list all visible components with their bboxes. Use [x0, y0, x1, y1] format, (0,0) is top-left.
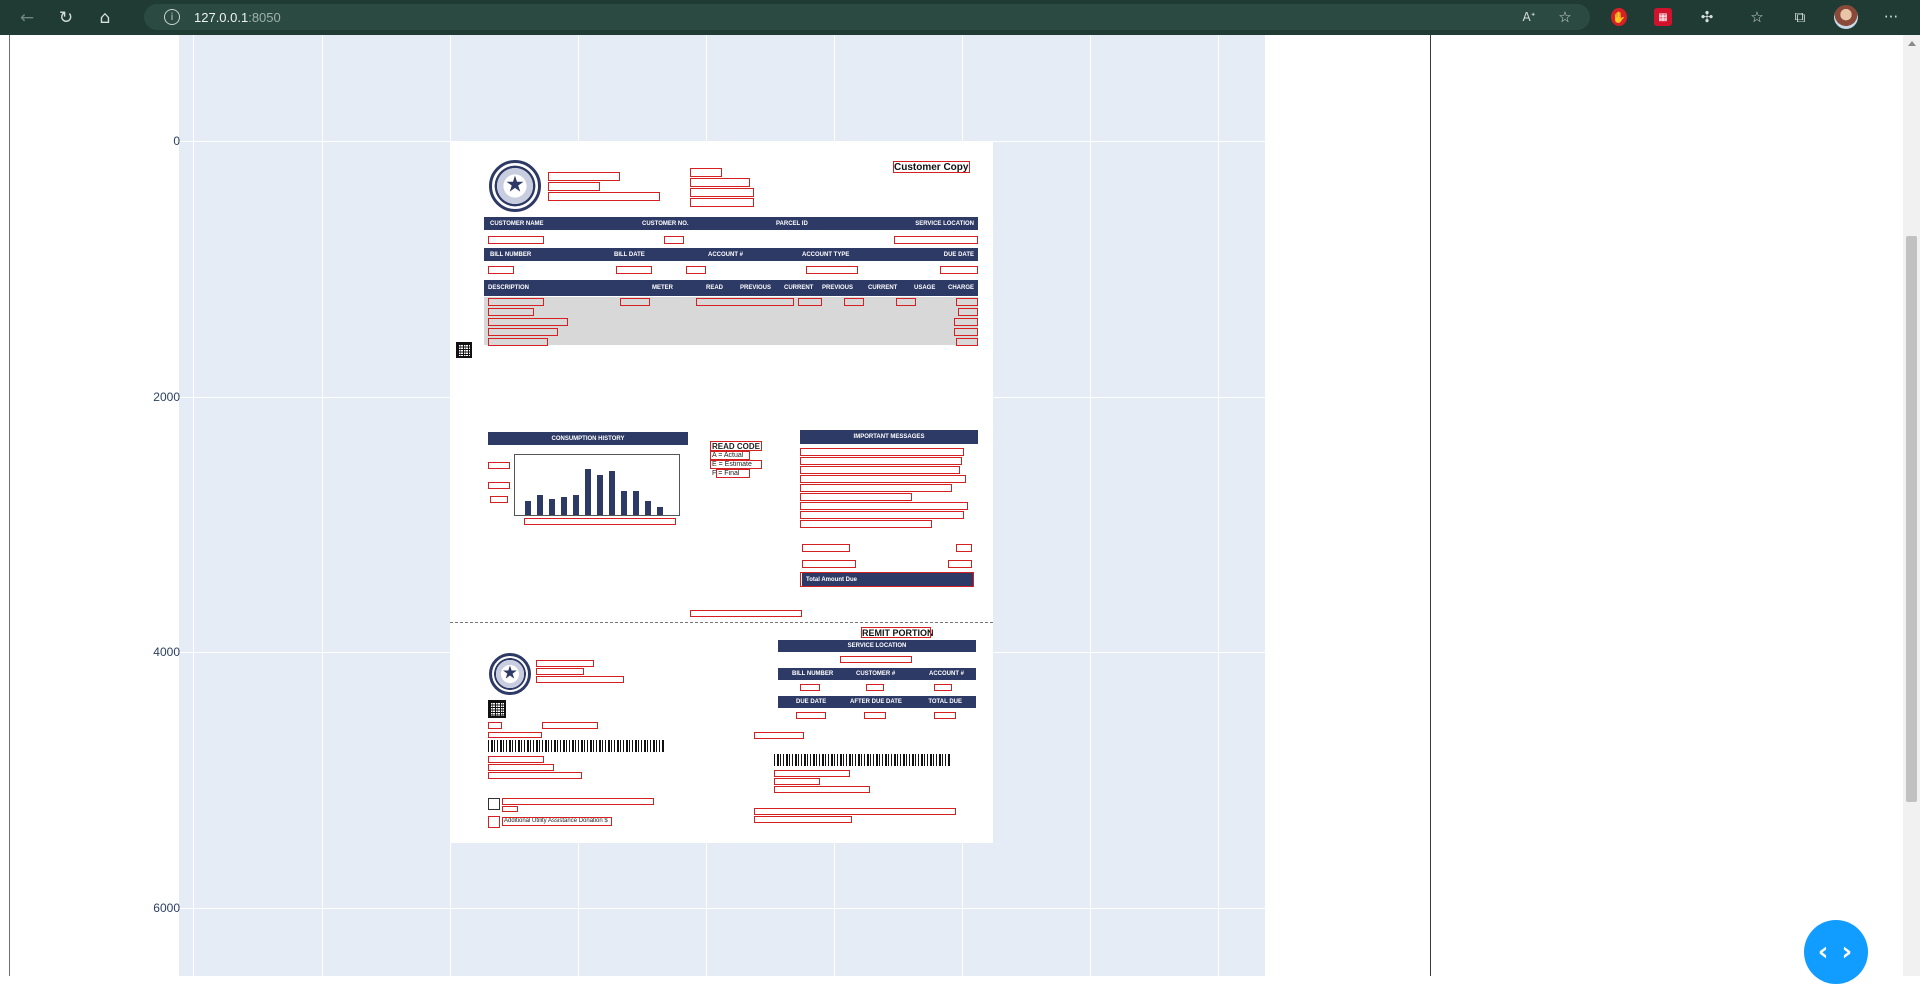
avatar[interactable]	[1834, 5, 1858, 29]
url-port: :8050	[248, 9, 281, 25]
code-toggle-button[interactable]: ‹ ›	[1804, 920, 1868, 984]
qr-code-icon	[488, 700, 506, 718]
refresh-icon[interactable]: ↻	[54, 6, 78, 30]
city-seal-logo-small	[489, 653, 531, 695]
service-location-header: SERVICE LOCATION	[915, 220, 974, 227]
extension-icon[interactable]: ✣	[1696, 6, 1718, 28]
ruler-extension-icon[interactable]: ▦	[1654, 8, 1672, 26]
panel-divider	[1430, 35, 1431, 976]
collections-icon[interactable]: ⧉	[1789, 6, 1811, 28]
customer-band: CUSTOMER NAME CUSTOMER NO. PARCEL ID SER…	[484, 217, 978, 230]
utility-bill-image: Customer Copy CUSTOMER NAME CUSTOMER NO.…	[450, 142, 993, 843]
city-seal-logo	[489, 160, 541, 212]
consumption-title: CONSUMPTION HISTORY	[551, 435, 625, 442]
more-icon[interactable]: ···	[1880, 6, 1902, 28]
app-page: 0 2000 4000 6000 Customer Copy CUSTOMER …	[0, 35, 1920, 984]
browser-toolbar: ← ↻ ⌂ i 127.0.0.1:8050 Aᐩ ☆ ✋ ▦ ✣ ☆ ⧉ ··…	[0, 0, 1920, 35]
favorites-icon[interactable]: ☆	[1746, 6, 1768, 28]
consumption-chart	[514, 454, 680, 516]
y-tick-label: 2000	[153, 390, 180, 404]
scrollbar-thumb[interactable]	[1906, 236, 1917, 802]
messages-title: IMPORTANT MESSAGES	[853, 434, 925, 440]
qr-code-icon	[456, 342, 472, 358]
scroll-up-icon[interactable]	[1908, 41, 1916, 46]
y-tick-label: 4000	[153, 645, 180, 659]
url-host: 127.0.0.1	[194, 9, 249, 25]
home-icon[interactable]: ⌂	[93, 6, 117, 30]
description-header: DESCRIPTION	[488, 285, 530, 291]
back-arrow-icon[interactable]: ←	[15, 6, 39, 30]
adblock-extension-icon[interactable]: ✋	[1611, 8, 1627, 26]
favorite-add-icon[interactable]: ☆	[1554, 6, 1576, 28]
y-tick-label: 0	[173, 134, 180, 148]
postal-barcode	[488, 740, 664, 752]
checkbox-icon	[488, 798, 500, 810]
address-bar[interactable]: i 127.0.0.1:8050 Aᐩ ☆	[144, 4, 1590, 30]
y-tick-label: 6000	[153, 901, 180, 915]
left-border	[9, 35, 10, 976]
remit-barcode	[774, 754, 950, 766]
read-aloud-icon[interactable]: Aᐩ	[1518, 6, 1540, 28]
info-icon[interactable]: i	[164, 9, 180, 25]
